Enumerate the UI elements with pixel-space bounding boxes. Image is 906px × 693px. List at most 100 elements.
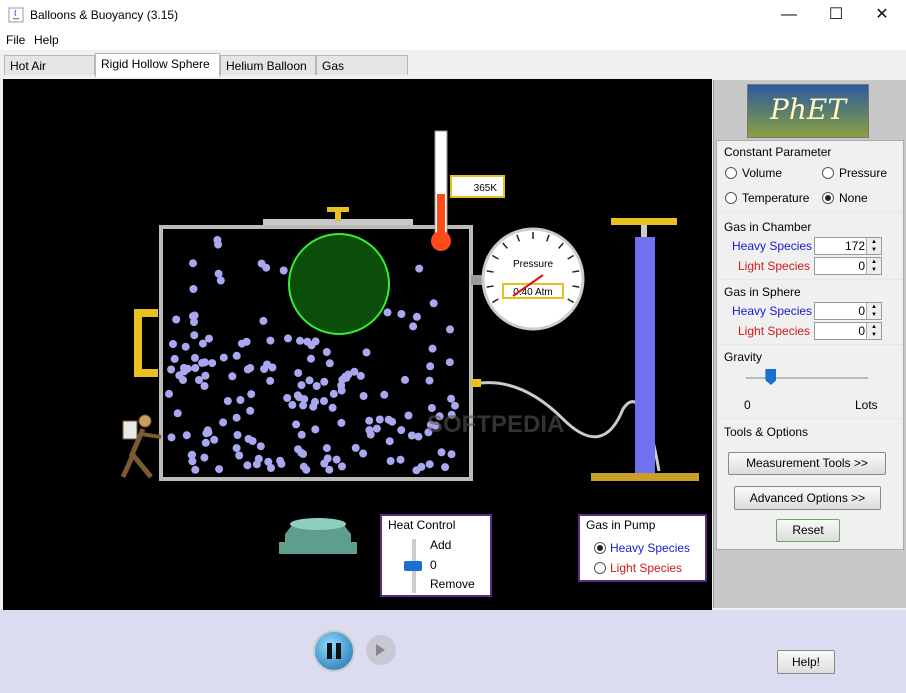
gas-particle <box>284 334 292 343</box>
heat-value: 0 <box>430 558 437 572</box>
gas-particle <box>203 426 212 435</box>
gas-particle <box>292 420 301 429</box>
gas-particle <box>338 462 346 471</box>
close-icon[interactable]: ✕ <box>859 0 905 30</box>
gas-particle <box>311 425 320 434</box>
spinner-arrows-icon[interactable]: ▲ ▼ <box>866 238 881 254</box>
gas-particle <box>288 400 297 409</box>
radio-pressure-label[interactable]: Pressure <box>839 166 887 180</box>
gas-particle <box>246 364 255 372</box>
advanced-options-button[interactable]: Advanced Options >> <box>734 486 881 510</box>
radio-temperature[interactable] <box>725 192 737 204</box>
gas-particle <box>428 344 437 353</box>
gas-particle <box>328 403 337 412</box>
pump-handle[interactable] <box>611 218 677 225</box>
gas-particle <box>276 456 285 465</box>
gas-particle <box>246 406 255 415</box>
simulation-canvas[interactable]: 365K Pressure 0.40 Atm SOFTPEDIA Heat Co… <box>3 79 712 610</box>
reset-button[interactable]: Reset <box>776 519 840 542</box>
tools-options-title: Tools & Options <box>724 425 809 439</box>
gas-particle <box>182 431 191 440</box>
radio-none-label[interactable]: None <box>839 191 868 205</box>
menu-help[interactable]: Help <box>34 33 59 47</box>
sphere-heavy-spinner[interactable]: 0 ▲ ▼ <box>814 302 882 320</box>
window-title: Balloons & Buoyancy (3.15) <box>30 8 179 22</box>
gas-particle <box>180 363 188 372</box>
hollow-sphere[interactable] <box>288 233 390 335</box>
pump-light-label[interactable]: Light Species <box>610 561 682 575</box>
gas-particle <box>380 390 389 399</box>
gas-particle <box>262 263 271 272</box>
tab-hot-air-balloon[interactable]: Hot Air Balloon <box>4 55 95 93</box>
help-button[interactable]: Help! <box>777 650 835 674</box>
gas-particle <box>337 418 346 427</box>
heat-slider-thumb[interactable] <box>404 561 422 571</box>
tab-helium-balloon[interactable]: Helium Balloon <box>220 55 316 75</box>
gas-particle <box>307 354 315 363</box>
gas-particle <box>200 382 209 390</box>
phet-logo[interactable]: PhET <box>747 84 869 138</box>
gas-particle <box>365 426 374 435</box>
gas-particle <box>237 339 246 348</box>
gas-particle <box>247 390 256 399</box>
temperature-value: 365K <box>474 183 498 194</box>
sphere-heavy-label: Heavy Species <box>732 304 813 318</box>
gas-particle <box>322 348 331 356</box>
pump-base <box>591 473 699 481</box>
maximize-icon[interactable]: ☐ <box>813 0 859 30</box>
gas-particle <box>337 386 346 395</box>
radio-volume-label[interactable]: Volume <box>742 166 782 180</box>
sphere-light-spinner[interactable]: 0 ▲ ▼ <box>814 322 882 340</box>
radio-none[interactable] <box>822 192 834 204</box>
gas-particle <box>401 375 409 384</box>
pump-heavy-label[interactable]: Heavy Species <box>610 541 690 555</box>
gas-particle <box>252 460 261 469</box>
gas-particle <box>294 369 303 377</box>
measurement-tools-button[interactable]: Measurement Tools >> <box>728 452 886 475</box>
pump-heavy-radio[interactable] <box>594 542 606 554</box>
gas-particle <box>232 351 241 360</box>
gas-particle <box>297 381 306 390</box>
gas-particle <box>201 438 210 447</box>
gas-particle <box>320 377 329 386</box>
pump-light-radio[interactable] <box>594 562 606 574</box>
gas-particle <box>445 358 454 367</box>
clock-control-bar: Help! <box>0 610 906 693</box>
gas-particle <box>362 348 371 357</box>
gas-particle <box>375 415 384 424</box>
gravity-slider-track[interactable] <box>746 377 868 379</box>
step-button[interactable] <box>366 635 396 665</box>
spinner-arrows-icon[interactable]: ▲ ▼ <box>866 258 881 274</box>
gravity-title: Gravity <box>724 350 763 364</box>
pressure-label: Pressure <box>513 259 553 270</box>
radio-volume[interactable] <box>725 167 737 179</box>
gas-particle <box>372 424 381 433</box>
gas-particle <box>383 308 392 317</box>
tab-gas-properties[interactable]: Gas Properties <box>316 55 408 93</box>
minimize-icon[interactable]: — <box>766 0 812 30</box>
gas-particle <box>173 409 182 418</box>
air-pump[interactable] <box>635 237 655 473</box>
gas-particle <box>244 434 253 443</box>
radio-pressure[interactable] <box>822 167 834 179</box>
pause-button[interactable] <box>313 630 355 672</box>
gas-particle <box>359 449 368 458</box>
gas-particle <box>365 416 374 425</box>
chamber-handle[interactable] <box>134 309 158 377</box>
gas-particle <box>305 376 314 385</box>
menu-file[interactable]: File <box>6 33 25 47</box>
pause-icon <box>327 643 332 659</box>
gas-particle <box>283 394 292 402</box>
chamber-light-spinner[interactable]: 0 ▲ ▼ <box>814 257 882 275</box>
chamber-heavy-spinner[interactable]: 172 ▲ ▼ <box>814 237 882 255</box>
gas-particle <box>415 264 424 273</box>
spinner-arrows-icon[interactable]: ▲ ▼ <box>866 323 881 339</box>
gas-particle <box>235 451 244 460</box>
spinner-arrows-icon[interactable]: ▲ ▼ <box>866 303 881 319</box>
gas-particle <box>189 259 197 268</box>
gas-particle <box>205 334 213 343</box>
gas-particle <box>329 389 338 398</box>
gas-particle <box>187 451 196 460</box>
radio-temperature-label[interactable]: Temperature <box>742 191 809 205</box>
tab-rigid-hollow-sphere[interactable]: Rigid Hollow Sphere <box>95 53 220 77</box>
